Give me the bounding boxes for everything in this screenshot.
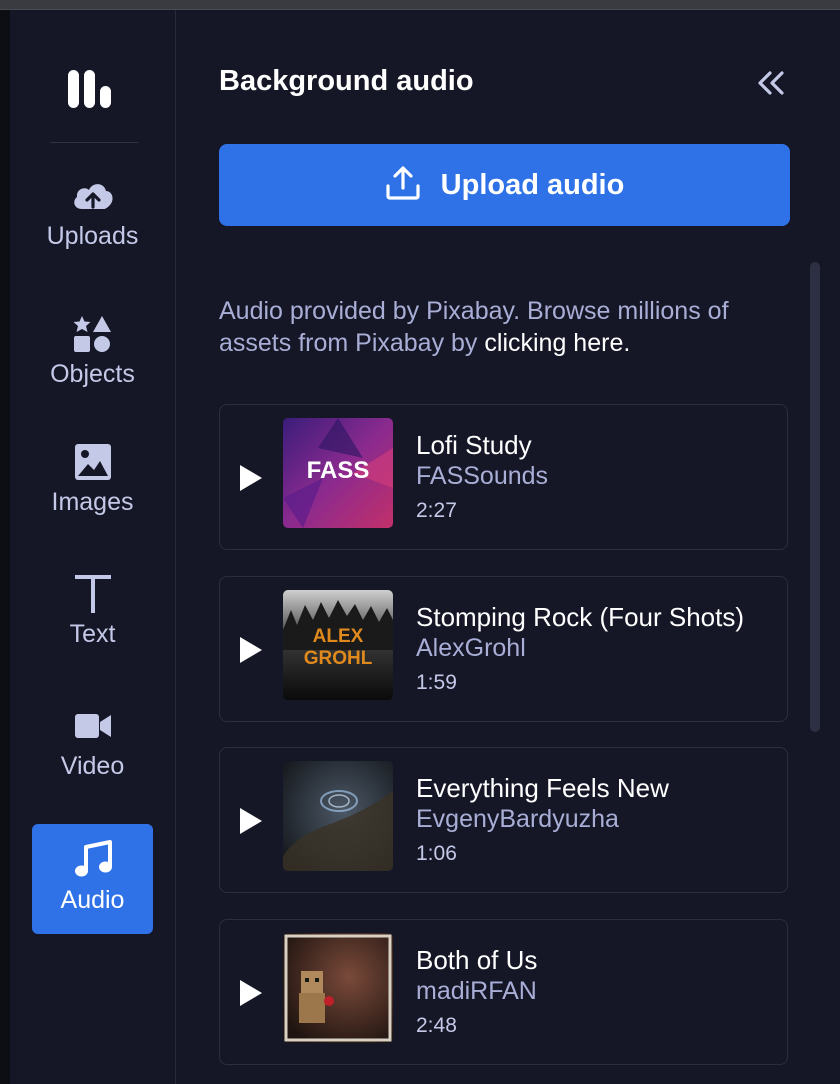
- sidebar-item-images[interactable]: Images: [32, 440, 153, 550]
- upload-audio-button[interactable]: Upload audio: [219, 144, 790, 226]
- double-chevron-left-icon[interactable]: [754, 66, 788, 100]
- play-icon[interactable]: [238, 806, 264, 836]
- track-title: Lofi Study: [416, 430, 532, 460]
- track-artist: FASSounds: [416, 462, 549, 490]
- track-artist: EvgenyBardyuzha: [416, 805, 619, 833]
- track-artist: AlexGrohl: [416, 634, 526, 662]
- text-t-icon: [71, 572, 115, 616]
- track-title: Both of Us: [416, 945, 538, 975]
- sidebar-item-label: Video: [60, 752, 125, 780]
- upload-audio-label: Upload audio: [440, 168, 625, 201]
- app-logo-icon[interactable]: [68, 68, 118, 110]
- track-duration: 2:48: [416, 1014, 457, 1037]
- thumbnail-text: GROHL: [304, 648, 373, 669]
- sidebar-item-label: Objects: [50, 360, 135, 388]
- track-artist: madiRFAN: [416, 977, 537, 1005]
- shapes-icon: [71, 312, 115, 356]
- audio-track-item[interactable]: ALEX GROHL Stomping Rock (Four Shots) Al…: [219, 576, 788, 722]
- pixabay-link[interactable]: clicking here.: [484, 329, 630, 357]
- pixabay-credit: Audio provided by Pixabay. Browse millio…: [219, 295, 799, 359]
- sidebar-item-text[interactable]: Text: [32, 572, 153, 682]
- audio-track-item[interactable]: Both of Us madiRFAN 2:48: [219, 919, 788, 1065]
- play-icon[interactable]: [238, 635, 264, 665]
- track-title: Everything Feels New: [416, 773, 669, 803]
- window-top-border: [0, 0, 840, 10]
- window-left-edge: [0, 10, 10, 1084]
- app-frame: Uploads Objects Images Text Video Audio …: [0, 0, 840, 1084]
- sidebar-item-label: Uploads: [46, 222, 139, 250]
- track-duration: 1:06: [416, 842, 457, 865]
- sidebar-item-label: Text: [69, 620, 116, 648]
- credit-text: Audio provided by Pixabay. Browse millio…: [219, 297, 729, 357]
- track-thumbnail: [283, 761, 393, 871]
- track-duration: 1:59: [416, 671, 457, 694]
- image-icon: [71, 440, 115, 484]
- panel-scrollbar[interactable]: [810, 262, 820, 732]
- track-duration: 2:27: [416, 499, 457, 522]
- audio-panel: Background audio Upload audio Audio prov…: [176, 10, 840, 1084]
- play-icon[interactable]: [238, 978, 264, 1008]
- track-thumbnail: ALEX GROHL: [283, 590, 393, 700]
- audio-track-item[interactable]: FASS Lofi Study FASSounds 2:27: [219, 404, 788, 550]
- audio-track-item[interactable]: Everything Feels New EvgenyBardyuzha 1:0…: [219, 747, 788, 893]
- track-title: Stomping Rock (Four Shots): [416, 602, 745, 632]
- video-camera-icon: [71, 704, 115, 748]
- cloud-upload-icon: [71, 174, 115, 218]
- sidebar-item-label: Images: [51, 488, 134, 516]
- sidebar-item-objects[interactable]: Objects: [32, 312, 153, 422]
- sidebar: Uploads Objects Images Text Video Audio: [10, 10, 176, 1084]
- track-thumbnail: [283, 933, 393, 1043]
- sidebar-item-video[interactable]: Video: [32, 704, 153, 814]
- play-icon[interactable]: [238, 463, 264, 493]
- thumbnail-text: ALEX: [313, 626, 364, 647]
- thumbnail-text: FASS: [307, 457, 370, 484]
- upload-icon: [385, 165, 421, 206]
- sidebar-divider: [50, 142, 138, 143]
- sidebar-item-audio[interactable]: Audio: [32, 824, 153, 934]
- track-thumbnail: FASS: [283, 418, 393, 528]
- panel-title: Background audio: [219, 65, 474, 97]
- sidebar-item-uploads[interactable]: Uploads: [32, 174, 153, 284]
- sidebar-item-label: Audio: [60, 886, 125, 914]
- music-note-icon: [71, 838, 115, 882]
